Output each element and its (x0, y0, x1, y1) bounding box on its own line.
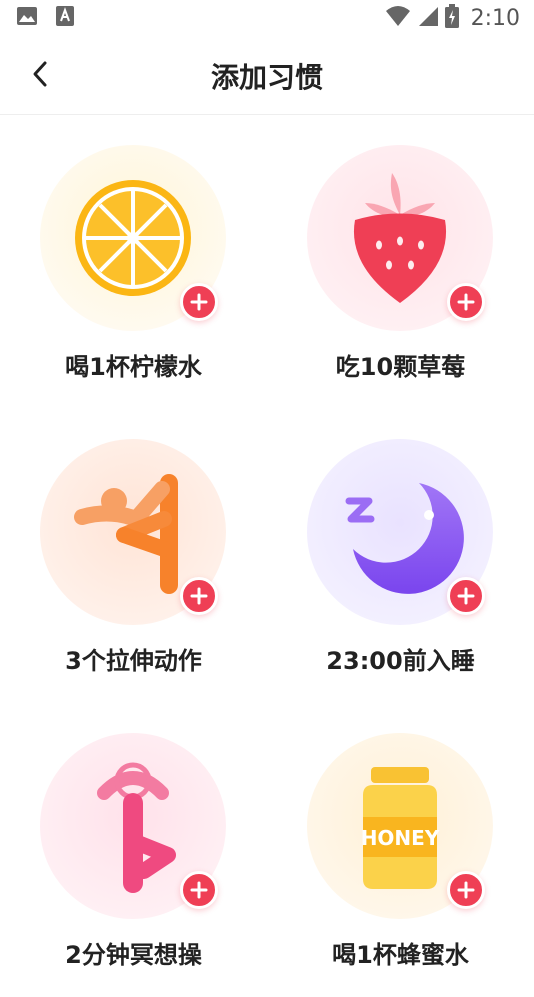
habit-card-honey[interactable]: HONEY 喝1杯蜂蜜水 (267, 703, 534, 997)
add-button[interactable] (447, 283, 485, 321)
add-button[interactable] (447, 871, 485, 909)
wifi-icon (385, 5, 411, 31)
add-button[interactable] (180, 871, 218, 909)
add-button[interactable] (447, 577, 485, 615)
signal-icon (417, 5, 439, 31)
battery-icon (444, 4, 459, 32)
plus-icon (190, 587, 208, 605)
habit-label: 2分钟冥想操 (65, 941, 202, 969)
habit-card-yoga[interactable]: 2分钟冥想操 (0, 703, 267, 997)
habit-label: 喝1杯柠檬水 (65, 353, 202, 381)
plus-icon (457, 881, 475, 899)
habit-card-stretch[interactable]: 3个拉伸动作 (0, 409, 267, 703)
page-title: 添加习惯 (210, 61, 323, 94)
add-button[interactable] (180, 577, 218, 615)
habit-card-lemon[interactable]: 喝1杯柠檬水 (0, 115, 267, 409)
status-bar: 2:10 (0, 0, 534, 36)
image-icon (16, 5, 38, 31)
habit-label: 3个拉伸动作 (65, 647, 202, 675)
page-header: 添加习惯 (0, 36, 534, 115)
add-button[interactable] (180, 283, 218, 321)
plus-icon (457, 293, 475, 311)
habit-card-strawberry[interactable]: 吃10颗草莓 (267, 115, 534, 409)
habit-label: 23:00前入睡 (326, 647, 475, 675)
text-a-icon (54, 5, 76, 31)
habit-label: 吃10颗草莓 (335, 353, 466, 381)
habit-label: 喝1杯蜂蜜水 (332, 941, 469, 969)
habit-card-sleep[interactable]: 23:00前入睡 (267, 409, 534, 703)
plus-icon (190, 293, 208, 311)
plus-icon (190, 881, 208, 899)
honey-label-text: HONEY (361, 826, 440, 850)
status-time: 2:10 (470, 5, 520, 31)
plus-icon (457, 587, 475, 605)
